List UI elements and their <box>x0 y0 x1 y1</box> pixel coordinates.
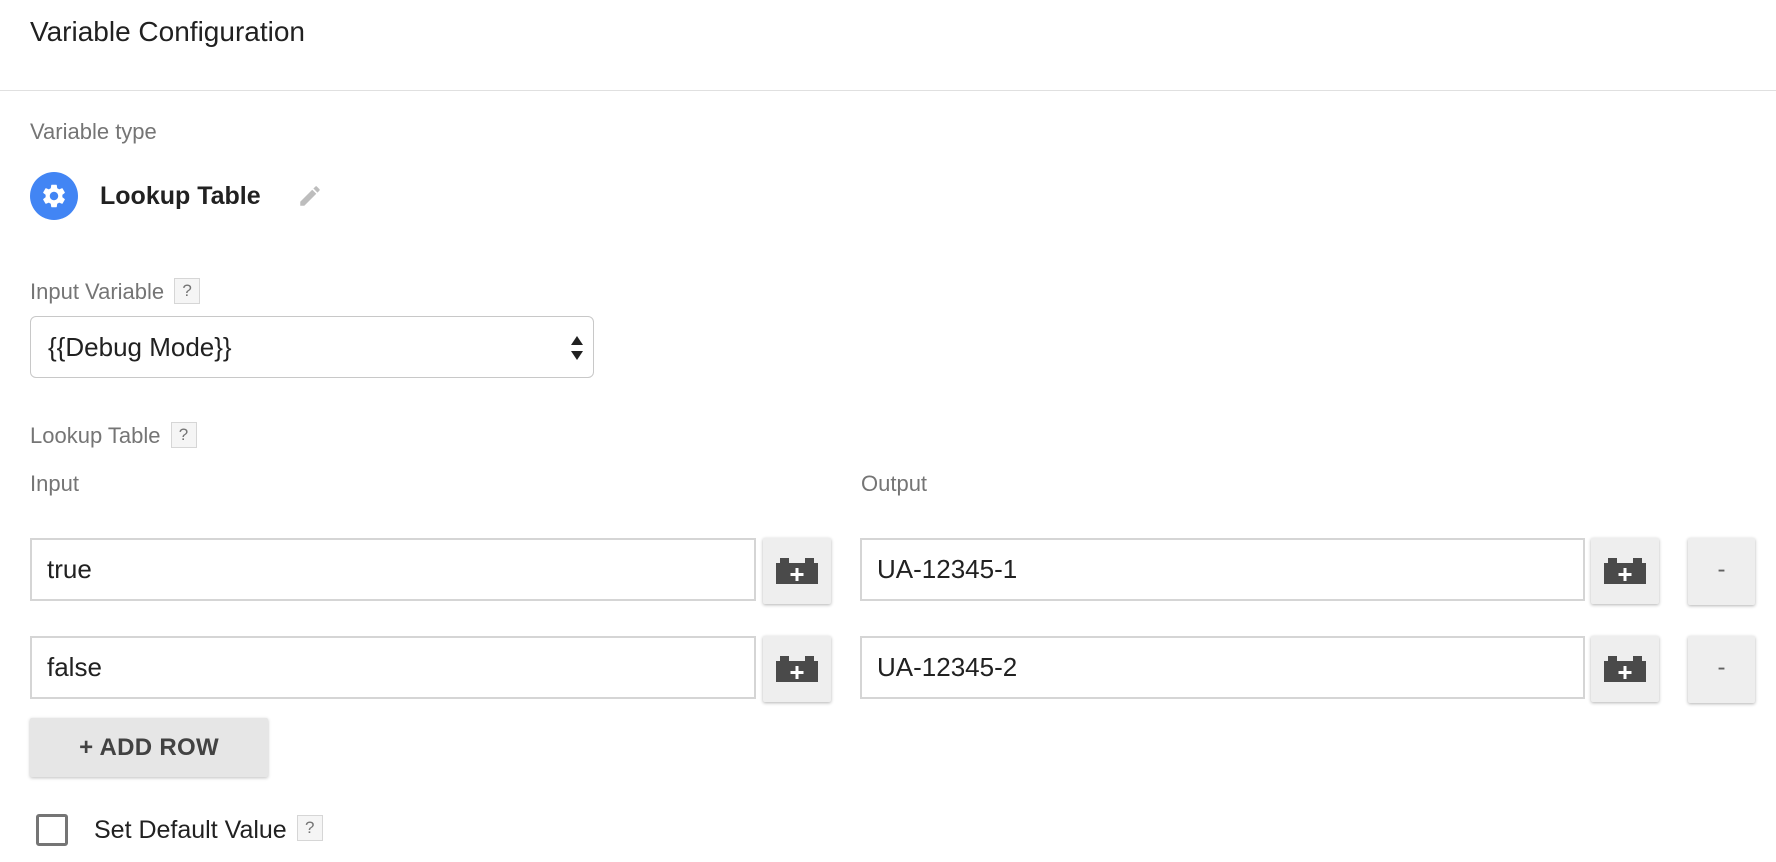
input-variable-select[interactable]: {{Debug Mode}} <box>30 316 594 378</box>
lookup-input-field[interactable]: true <box>30 538 756 601</box>
variable-type-name: Lookup Table <box>100 181 261 210</box>
variable-brick-icon <box>776 558 818 584</box>
input-variable-select-value: {{Debug Mode}} <box>48 332 232 362</box>
lookup-table-label-text: Lookup Table <box>30 423 161 448</box>
add-row-button[interactable]: + ADD ROW <box>30 718 268 777</box>
pencil-icon[interactable] <box>295 181 325 211</box>
input-column-header: Input <box>30 471 79 496</box>
input-variable-label: Input Variable? <box>30 278 201 306</box>
variable-type-row: Lookup Table <box>30 172 325 220</box>
default-value-label: Set Default Value <box>94 815 287 844</box>
lookup-output-field[interactable]: UA-12345-1 <box>860 538 1585 601</box>
help-icon[interactable]: ? <box>170 422 197 449</box>
remove-row-button[interactable]: - <box>1688 538 1755 605</box>
output-column-header: Output <box>861 471 928 496</box>
header: Variable Configuration <box>0 0 1776 91</box>
help-icon[interactable]: ? <box>296 815 323 841</box>
variable-type-label: Variable type <box>30 119 157 144</box>
insert-variable-button[interactable] <box>763 538 831 604</box>
insert-variable-button[interactable] <box>1591 636 1659 702</box>
insert-variable-button[interactable] <box>1591 538 1659 604</box>
insert-variable-button[interactable] <box>763 636 831 702</box>
input-variable-label-text: Input Variable <box>30 279 165 304</box>
default-value-checkbox[interactable] <box>36 814 68 846</box>
lookup-table-label: Lookup Table? <box>30 422 197 450</box>
help-icon[interactable]: ? <box>174 278 201 305</box>
lookup-input-field[interactable]: false <box>30 636 756 699</box>
page-title: Variable Configuration <box>30 16 305 47</box>
default-value-row: Set Default Value ? <box>36 812 323 848</box>
gear-icon <box>30 172 78 220</box>
select-arrows-icon <box>571 336 583 360</box>
variable-brick-icon <box>776 656 818 682</box>
variable-brick-icon <box>1604 656 1646 682</box>
variable-brick-icon <box>1604 558 1646 584</box>
lookup-output-field[interactable]: UA-12345-2 <box>860 636 1585 699</box>
remove-row-button[interactable]: - <box>1688 636 1755 703</box>
